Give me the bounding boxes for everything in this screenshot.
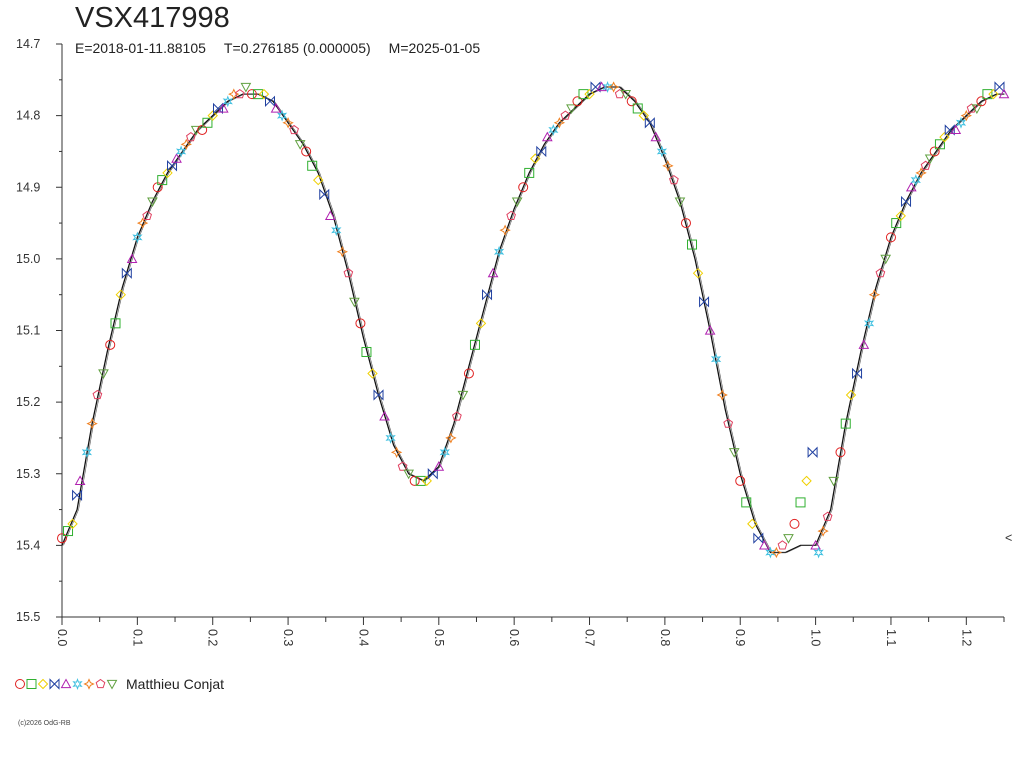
y-tick-label: 15.4: [16, 538, 40, 552]
x-tick-label: 0.7: [583, 629, 597, 646]
y-tick-label: 14.7: [16, 37, 40, 51]
y-tick-label: 14.9: [16, 180, 40, 194]
y-tick-label: 15.2: [16, 395, 40, 409]
fit-curve-line-2: [63, 86, 1006, 553]
offscale-marker: <: [1005, 531, 1012, 545]
legend-observer-name: Matthieu Conjat: [126, 676, 225, 692]
data-point: [735, 475, 746, 486]
data-point: [801, 475, 812, 487]
x-tick-label: 0.5: [432, 629, 446, 646]
legend-symbol-triangle: [60, 678, 72, 689]
data-point: [463, 368, 474, 379]
data-point: [807, 446, 818, 458]
data-points: [57, 81, 1010, 559]
legend-symbol-star: [72, 678, 83, 690]
light-curve-chart: 14.7 14.8 14.9 15.0 15.1 15.2 15.3 15.4 15.5 0.0 0…: [16, 37, 1012, 646]
data-point: [536, 145, 547, 158]
data-point: [753, 532, 764, 544]
legend-symbol-star4: [83, 678, 95, 690]
x-tick-label: 0.9: [733, 629, 747, 646]
x-tick-label: 0.0: [55, 629, 69, 646]
fit-curve: [61, 86, 1006, 554]
data-point: [994, 81, 1005, 93]
data-point: [644, 117, 655, 129]
y-tick-label: 15.3: [16, 467, 40, 481]
legend-symbols: [15, 678, 118, 690]
data-point: [409, 475, 420, 486]
y-tick-label: 15.5: [16, 610, 40, 624]
tick-labels: 14.7 14.8 14.9 15.0 15.1 15.2 15.3 15.4 15.5 0.0 0…: [16, 37, 973, 646]
legend-symbol-pentagon: [95, 678, 106, 689]
data-point: [795, 497, 806, 508]
data-point: [783, 534, 794, 544]
x-tick-label: 0.4: [356, 629, 370, 646]
x-tick-label: 0.2: [206, 629, 220, 646]
legend-symbol-circle: [15, 679, 25, 689]
y-tick-label: 15.1: [16, 324, 40, 338]
data-point: [121, 267, 132, 279]
data-point: [331, 224, 342, 237]
legend-symbol-bowtie: [49, 678, 60, 690]
data-point: [385, 431, 396, 444]
x-tick-label: 1.2: [959, 629, 973, 646]
data-point: [789, 518, 800, 529]
legend-symbol-triangle-down: [106, 679, 118, 690]
x-tick-label: 0.1: [130, 629, 144, 646]
legend-symbol-square: [26, 679, 37, 689]
data-point: [373, 389, 384, 401]
legend-symbol-diamond: [37, 678, 49, 690]
y-tick-label: 15.0: [16, 252, 40, 266]
x-tick-label: 1.1: [884, 629, 898, 646]
y-tick-label: 14.8: [16, 109, 40, 123]
legend: Matthieu Conjat: [14, 674, 224, 694]
x-tick-label: 0.8: [658, 629, 672, 646]
x-tick-label: 1.0: [809, 629, 823, 646]
data-point: [560, 110, 571, 120]
x-tick-label: 0.3: [281, 629, 295, 646]
data-point: [777, 540, 788, 550]
x-tick-label: 0.6: [507, 629, 521, 646]
copyright-text: (c)2026 OdG-RB: [18, 720, 71, 727]
data-point: [301, 146, 312, 157]
